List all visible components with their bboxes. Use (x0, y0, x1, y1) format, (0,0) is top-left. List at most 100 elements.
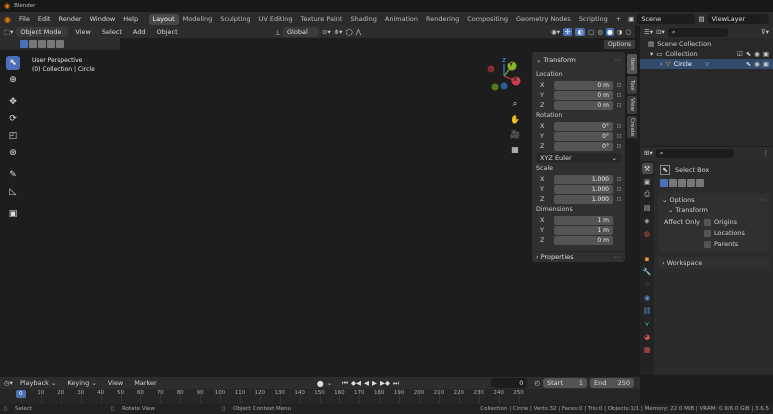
transform-panel-header[interactable]: ⌄ Transform (536, 56, 576, 64)
menu-window[interactable]: Window (86, 15, 120, 23)
scale-y-field[interactable]: 1.000 (554, 184, 613, 194)
timeline-menu-view[interactable]: View (104, 379, 127, 387)
drag-handle-icon[interactable]: ⋯ (760, 196, 767, 204)
render-properties-icon[interactable]: ▣ (642, 176, 653, 187)
tab-item[interactable]: Item (627, 54, 637, 74)
eye-icon[interactable]: ◉ (754, 50, 760, 58)
lock-icon[interactable]: ⊡ (613, 186, 625, 193)
filter-icon[interactable]: ⊽▾ (761, 28, 769, 36)
stopwatch-icon[interactable]: ◴ (534, 379, 540, 387)
origins-checkbox[interactable]: Origins (704, 218, 745, 226)
view-layer-icon[interactable]: ▤ (695, 15, 707, 23)
scale-z-field[interactable]: 1.000 (554, 194, 613, 204)
perspective-toggle-icon[interactable]: ▦ (509, 143, 521, 155)
outliner-search-input[interactable]: ⌕ (667, 27, 728, 37)
timeline-menu-marker[interactable]: Marker (130, 379, 160, 387)
viewport-menu-add[interactable]: Add (129, 28, 150, 36)
play-reverse-icon[interactable]: ◀ (364, 379, 369, 387)
location-y-field[interactable]: 0 m (554, 90, 613, 100)
location-x-field[interactable]: 0 m (554, 80, 613, 90)
transform-orientation-icon[interactable]: ⟂ (276, 28, 280, 37)
location-z-field[interactable]: 0 m (554, 100, 613, 110)
xray-toggle-icon[interactable]: ▢ (588, 28, 594, 36)
select-extend-icon[interactable] (29, 40, 37, 48)
falloff-icon[interactable]: ⋀ (356, 28, 361, 36)
scene-properties-icon[interactable]: ◈ (642, 215, 653, 226)
options-header[interactable]: ⌄ Options ⋯ (658, 195, 770, 205)
properties-search-input[interactable]: ⌕ (655, 148, 734, 158)
modifier-properties-icon[interactable]: 🔧 (642, 266, 653, 277)
pin-icon[interactable]: ⋮ (763, 149, 770, 157)
scene-icon[interactable]: ▣ (625, 15, 637, 23)
jump-end-icon[interactable]: ⏭ (393, 379, 399, 388)
shading-wireframe-icon[interactable]: ◎ (597, 28, 603, 36)
display-mode-icon[interactable]: ⊡▾ (656, 28, 665, 36)
material-properties-icon[interactable]: ◕ (642, 331, 653, 342)
transform-tool[interactable]: ⊛ (6, 146, 20, 160)
tab-view[interactable]: View (627, 96, 637, 114)
select-new-icon[interactable] (20, 40, 28, 48)
drag-handle-icon[interactable]: ⋯ (615, 56, 622, 64)
jump-prev-keyframe-icon[interactable]: ◆◀ (351, 379, 361, 387)
outliner-row-circle[interactable]: › ▽ Circle ⋎ ⬉ ◉ ▣ (640, 59, 773, 69)
workspace-tab-sculpting[interactable]: Sculpting (216, 14, 254, 25)
constraints-properties-icon[interactable]: ⛓ (642, 305, 653, 316)
rotation-x-field[interactable]: 0° (554, 121, 613, 131)
exclude-checkbox-icon[interactable]: ☑ (737, 50, 743, 58)
locations-checkbox[interactable]: Locations (704, 229, 745, 237)
lock-icon[interactable]: ⊡ (613, 143, 625, 150)
timeline-menu-keying[interactable]: Keying ⌄ (63, 379, 100, 387)
tool-properties-icon[interactable]: ⚒ (641, 163, 653, 174)
texture-properties-icon[interactable]: ▦ (642, 344, 653, 355)
workspace-tab-shading[interactable]: Shading (346, 14, 380, 25)
lock-icon[interactable]: ⊡ (613, 92, 625, 99)
lock-icon[interactable]: ⊡ (613, 102, 625, 109)
shading-solid-icon[interactable]: ● (605, 28, 614, 36)
workspace-tab-texture-paint[interactable]: Texture Paint (297, 14, 347, 25)
workspace-tab-scripting[interactable]: Scripting (575, 14, 612, 25)
viewport-menu-view[interactable]: View (71, 28, 94, 36)
editor-type-icon[interactable]: ⬚▾ (4, 28, 13, 36)
view-layer-selector[interactable]: ViewLayer (707, 14, 769, 24)
data-properties-icon[interactable]: ⋎ (642, 318, 653, 329)
lock-icon[interactable]: ⊡ (613, 176, 625, 183)
output-properties-icon[interactable]: ⎙ (642, 189, 653, 200)
menu-edit[interactable]: Edit (34, 15, 55, 23)
object-properties-icon[interactable]: ▪ (642, 253, 653, 264)
timeline-editor-icon[interactable]: ◷▾ (4, 379, 13, 387)
zoom-icon[interactable]: ⌕ (509, 98, 521, 110)
annotate-tool[interactable]: ✎ (6, 168, 20, 182)
menu-file[interactable]: File (15, 15, 34, 23)
scale-x-field[interactable]: 1.000 (554, 174, 613, 184)
select-intersect-icon[interactable] (56, 40, 64, 48)
drag-handle-icon[interactable]: ⋯ (615, 253, 622, 261)
measure-tool[interactable]: ◺ (6, 185, 20, 199)
jump-next-keyframe-icon[interactable]: ▶◆ (380, 379, 390, 387)
expand-arrow-icon[interactable]: › (660, 60, 663, 68)
add-cube-tool[interactable]: ▣ (6, 207, 20, 221)
lock-icon[interactable]: ⊡ (613, 82, 625, 89)
pan-hand-icon[interactable]: ✋ (509, 113, 521, 125)
options-button[interactable]: Options (604, 40, 636, 49)
start-frame-field[interactable]: Start 1 (543, 378, 587, 388)
particles-properties-icon[interactable]: ⁘ (642, 279, 653, 290)
move-tool[interactable]: ✥ (6, 95, 20, 109)
menu-help[interactable]: Help (119, 15, 142, 23)
overlay-toggle-icon[interactable]: ◐ (575, 28, 586, 36)
physics-properties-icon[interactable]: ◉ (642, 292, 653, 303)
workspace-tab-rendering[interactable]: Rendering (422, 14, 463, 25)
selectable-icon[interactable]: ⬉ (746, 50, 751, 58)
rotation-mode-selector[interactable]: XYZ Euler ⌄ (536, 153, 621, 163)
viewport-menu-object[interactable]: Object (153, 28, 182, 36)
parents-checkbox[interactable]: Parents (704, 240, 745, 248)
select-box-tool[interactable]: ⬉ (6, 56, 20, 70)
pivot-icon[interactable]: ⊙▾ (322, 28, 331, 36)
view-layer-properties-icon[interactable]: ▤ (642, 202, 653, 213)
outliner-row-scene-collection[interactable]: ▤ Scene Collection (640, 39, 773, 49)
camera-icon[interactable]: ▣ (763, 60, 769, 68)
select-subtract-icon[interactable] (678, 179, 686, 187)
tab-create[interactable]: Create (627, 116, 637, 138)
dimensions-y-field[interactable]: 1 m (554, 225, 613, 235)
workspace-tab-uv-editing[interactable]: UV Editing (255, 14, 297, 25)
record-icon[interactable]: ● (317, 379, 324, 388)
